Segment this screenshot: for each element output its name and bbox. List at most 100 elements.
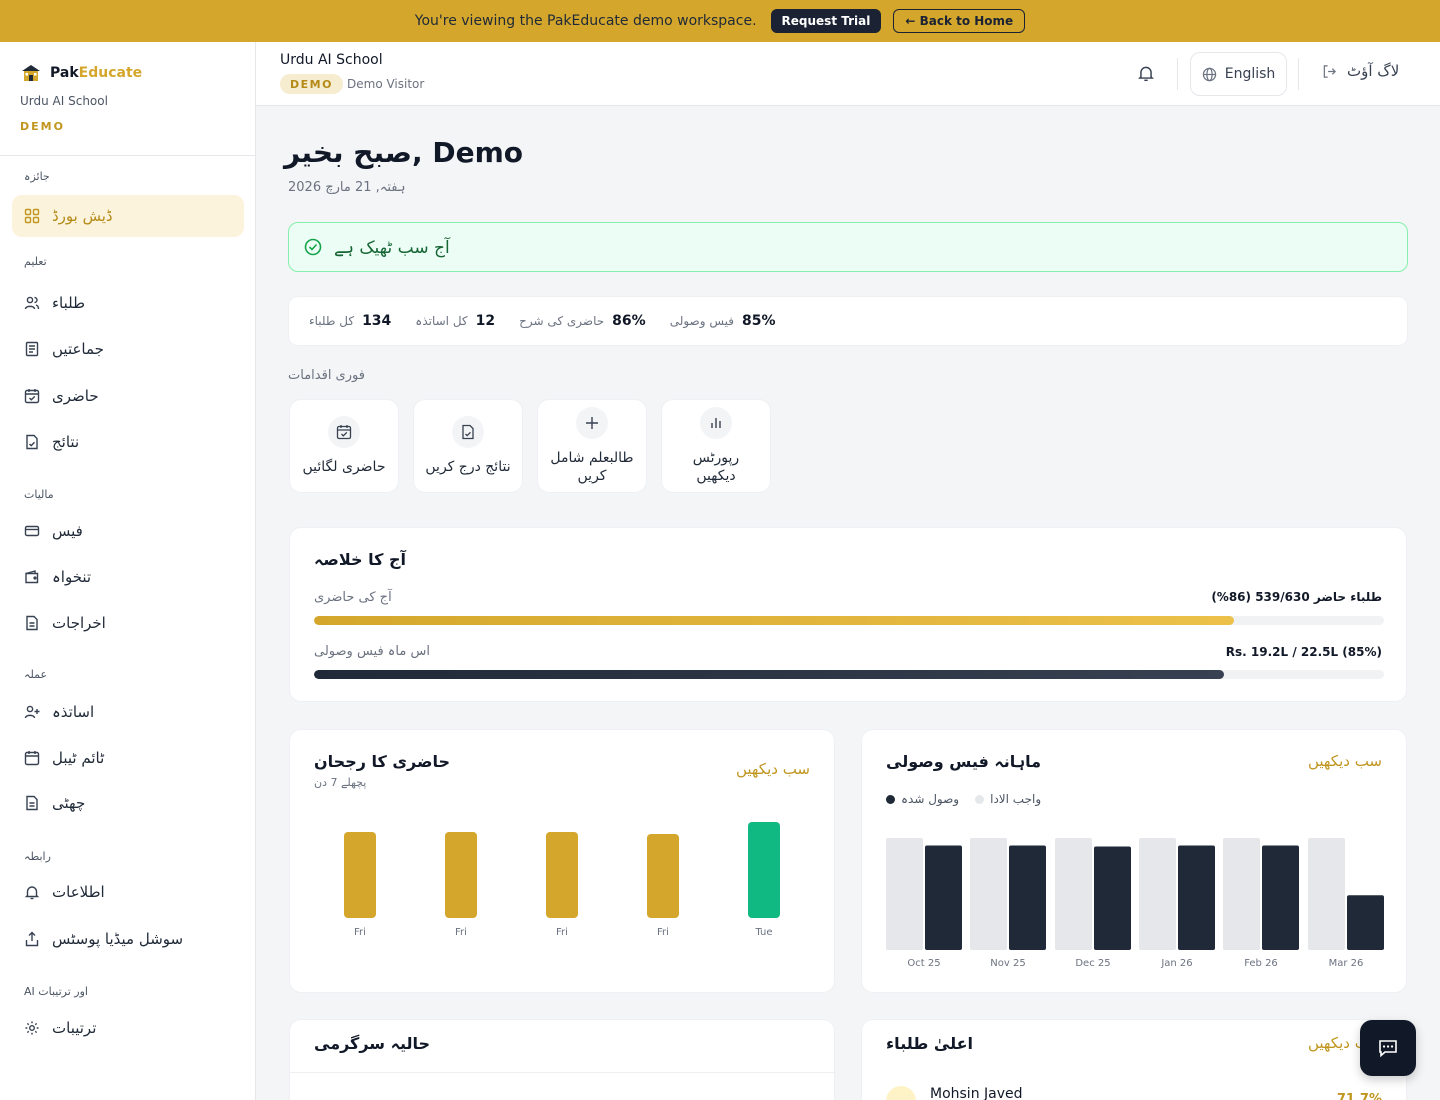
attendance-bar bbox=[748, 822, 780, 918]
fees-due-bar bbox=[1055, 838, 1092, 950]
attendance-x-tick: Fri bbox=[455, 927, 467, 938]
fees-collected-bar bbox=[925, 845, 962, 950]
sidebar-item-dashboard[interactable]: ڈیش بورڈ bbox=[12, 195, 244, 237]
bar-chart-icon bbox=[711, 418, 721, 428]
top-students-title: اعلیٰ طلباء bbox=[886, 1034, 974, 1053]
language-switch-button[interactable]: English bbox=[1190, 52, 1287, 96]
fees-collected-bar bbox=[1094, 846, 1131, 950]
quick-action-label: رپورٹس دیکھیں bbox=[692, 450, 740, 484]
attendance-chart-title: حاضری کا رجحان bbox=[314, 752, 451, 771]
attendance-bar-chart: Fri Fri Fri Fri Tue bbox=[344, 822, 780, 938]
bell-icon bbox=[24, 886, 40, 900]
top-student-name[interactable]: Mohsin Javed bbox=[930, 1086, 1023, 1100]
fees-progress-track bbox=[314, 670, 1384, 679]
stat-value: 12 bbox=[475, 313, 496, 329]
fees-chart-title: ماہانہ فیس وصولی bbox=[886, 752, 1042, 771]
stat-total-students: کل طلباء 134 bbox=[309, 313, 391, 329]
attendance-bar bbox=[546, 832, 578, 918]
top-students-card: اعلیٰ طلباء سب دیکھیں Mohsin Javed 71.7% bbox=[861, 1019, 1407, 1100]
share-icon bbox=[25, 931, 39, 947]
user-plus-icon bbox=[24, 705, 40, 719]
quick-action-add-student[interactable]: طالبعلم شامل کریں bbox=[537, 399, 647, 493]
legend-due-label: واجب الادا bbox=[990, 792, 1042, 806]
sidebar-item-leave[interactable]: چھٹی bbox=[12, 782, 244, 824]
summary-fees-label: اس ماہ فیس وصولی bbox=[314, 644, 430, 659]
sidebar-item-label: اخراجات bbox=[52, 614, 106, 632]
sidebar-item-students[interactable]: طلباء bbox=[12, 282, 244, 324]
notification-bell-button[interactable] bbox=[1137, 64, 1155, 86]
sidebar-item-attendance[interactable]: حاضری bbox=[12, 375, 244, 417]
file-check-icon bbox=[26, 434, 38, 450]
stat-label: حاضری کی شرح bbox=[519, 314, 605, 328]
language-label: English bbox=[1224, 66, 1276, 82]
top-student-avatar bbox=[886, 1086, 916, 1100]
calendar-icon bbox=[24, 751, 40, 766]
sidebar-item-label: جماعتیں bbox=[52, 340, 104, 358]
sidebar-item-label: ٹائم ٹیبل bbox=[52, 749, 105, 767]
sidebar-item-results[interactable]: نتائج bbox=[12, 421, 244, 463]
brand-logo[interactable]: PakEducate bbox=[20, 62, 142, 84]
grid-icon bbox=[24, 208, 40, 224]
back-home-button[interactable]: ← Back to Home bbox=[893, 9, 1026, 33]
sidebar-item-teachers[interactable]: اساتذہ bbox=[12, 691, 244, 733]
fees-collected-bar bbox=[1178, 845, 1215, 950]
summary-title: آج کا خلاصہ bbox=[314, 550, 406, 569]
gear-icon bbox=[25, 1021, 39, 1035]
fees-x-tick: Dec 25 bbox=[1075, 958, 1110, 969]
fees-collected-bar bbox=[1009, 845, 1046, 950]
monthly-fees-card: ماہانہ فیس وصولی سب دیکھیں وصول شدہ واجب… bbox=[861, 729, 1407, 993]
sidebar-section-staff: عملہ bbox=[24, 668, 48, 681]
fees-x-tick: Nov 25 bbox=[990, 958, 1025, 969]
sidebar-section-contact: رابطہ bbox=[24, 850, 51, 863]
fees-collected-bar bbox=[1262, 845, 1299, 950]
fees-due-bar bbox=[1308, 838, 1345, 950]
quick-action-mark-attendance[interactable]: حاضری لگائیں bbox=[289, 399, 399, 493]
users-icon bbox=[24, 296, 40, 310]
fees-due-bar bbox=[970, 838, 1007, 950]
fees-see-all-link[interactable]: سب دیکھیں bbox=[1308, 752, 1382, 770]
greeting-date: ہفتہ, 21 مارچ 2026 bbox=[288, 180, 406, 195]
sidebar-item-salary[interactable]: تنخواہ bbox=[12, 556, 244, 598]
stat-fee-collection: فیس وصولی 85% bbox=[670, 313, 776, 329]
legend-collected-label: وصول شدہ bbox=[901, 792, 960, 806]
stat-value: 85% bbox=[742, 313, 776, 329]
greeting-title: صبح بخیر, Demo bbox=[284, 136, 523, 169]
calendar-check-icon bbox=[336, 425, 352, 440]
bell-icon bbox=[1138, 66, 1154, 82]
sidebar-item-notifications[interactable]: اطلاعات bbox=[12, 871, 244, 913]
attendance-see-all-link[interactable]: سب دیکھیں bbox=[736, 760, 810, 778]
sidebar-item-timetable[interactable]: ٹائم ٹیبل bbox=[12, 737, 244, 779]
sidebar-item-label: نتائج bbox=[52, 433, 80, 451]
sidebar-item-social-posts[interactable]: سوشل میڈیا پوسٹس bbox=[12, 918, 244, 960]
sidebar-item-expenses[interactable]: اخراجات bbox=[12, 602, 244, 644]
attendance-x-tick: Tue bbox=[754, 927, 772, 938]
quick-action-view-reports[interactable]: رپورٹس دیکھیں bbox=[661, 399, 771, 493]
sidebar-section-education: تعلیم bbox=[24, 255, 47, 268]
logout-button[interactable]: لاگ آؤٹ bbox=[1322, 62, 1399, 80]
stats-strip: کل طلباء 134 کل اساتذہ 12 حاضری کی شرح 8… bbox=[288, 296, 1408, 346]
header-school-name: Urdu AI School bbox=[280, 52, 383, 68]
quick-action-label: نتائج درج کریں bbox=[425, 459, 511, 475]
activity-divider bbox=[290, 1072, 836, 1073]
quick-action-enter-results[interactable]: نتائج درج کریں bbox=[413, 399, 523, 493]
quick-action-label: طالبعلم شامل کریں bbox=[550, 450, 634, 484]
stat-label: فیس وصولی bbox=[669, 314, 734, 328]
fees-x-tick: Mar 26 bbox=[1329, 958, 1364, 969]
stat-total-teachers: کل اساتذہ 12 bbox=[415, 313, 495, 329]
sidebar-item-settings[interactable]: ترتیبات bbox=[12, 1007, 244, 1049]
header-visitor-label: Demo Visitor bbox=[347, 77, 425, 91]
file-check-icon bbox=[462, 424, 474, 440]
request-trial-button[interactable]: Request Trial bbox=[770, 9, 882, 33]
sidebar-item-label: طلباء bbox=[52, 294, 86, 312]
summary-attendance-label: آج کی حاضری bbox=[314, 590, 392, 605]
chat-button[interactable] bbox=[1360, 1020, 1416, 1076]
sidebar-item-classes[interactable]: جماعتیں bbox=[12, 328, 244, 370]
sidebar-item-label: حاضری bbox=[52, 387, 99, 405]
stat-value: 86% bbox=[612, 313, 646, 329]
summary-fees-value: Rs. 19.2L / 22.5L (85%) bbox=[1225, 645, 1382, 659]
logout-icon bbox=[1323, 64, 1336, 78]
check-circle-icon bbox=[304, 238, 322, 256]
sidebar-item-fees[interactable]: فیس bbox=[12, 510, 244, 552]
attendance-x-tick: Fri bbox=[657, 927, 669, 938]
credit-card-icon bbox=[24, 525, 40, 537]
